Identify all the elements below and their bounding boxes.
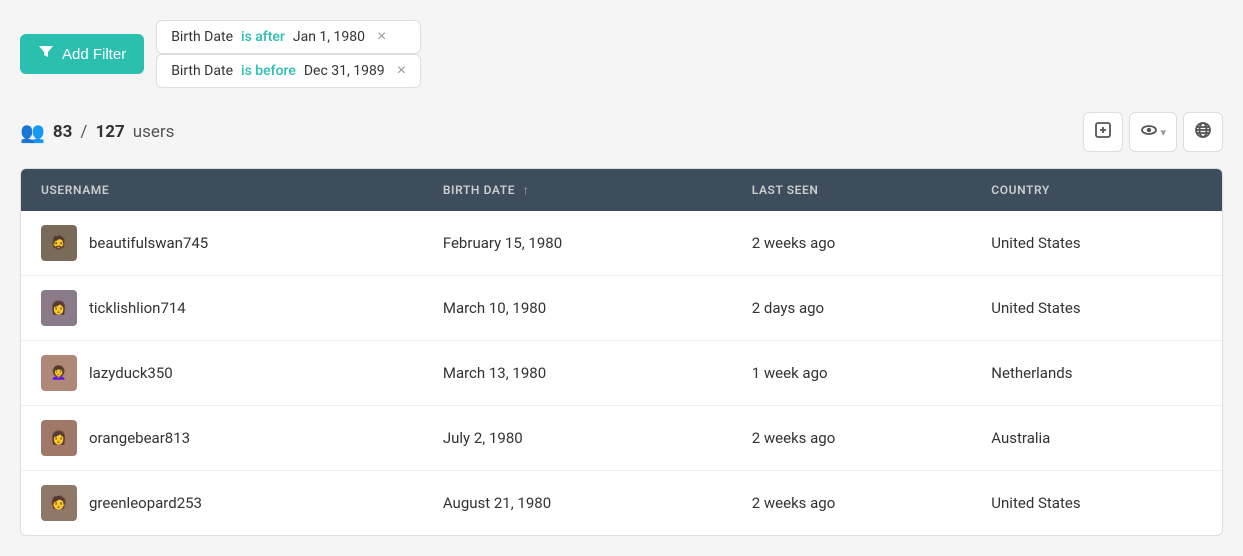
add-filter-button[interactable]: Add Filter [20, 34, 144, 74]
filter-value-1: Dec 31, 1989 [304, 63, 385, 79]
table-row[interactable]: 🧑 greenleopard253 August 21, 1980 2 week… [21, 471, 1222, 536]
avatar-0: 🧔 [41, 225, 77, 261]
add-filter-label: Add Filter [62, 46, 126, 63]
avatar-2: 👩‍🦱 [41, 355, 77, 391]
cell-lastseen-0: 2 weeks ago [732, 211, 972, 276]
cell-username-4: 🧑 greenleopard253 [21, 471, 423, 536]
col-username[interactable]: USERNAME [21, 169, 423, 211]
visibility-icon [1140, 121, 1158, 144]
cell-country-4: United States [971, 471, 1222, 536]
user-count: 👥 83 / 127 users [20, 120, 174, 144]
table-body: 🧔 beautifulswan745 February 15, 1980 2 w… [21, 211, 1222, 535]
visibility-button[interactable]: ▾ [1129, 112, 1177, 152]
cell-username-1: 👩 ticklishlion714 [21, 276, 423, 341]
filter-field-1: Birth Date [171, 63, 233, 79]
cell-lastseen-3: 2 weeks ago [732, 406, 972, 471]
filter-chip-0: Birth Date is after Jan 1, 1980 × [156, 20, 421, 54]
cell-birthdate-1: March 10, 1980 [423, 276, 732, 341]
users-table: USERNAME BIRTH DATE ↑ LAST SEEN COUNTRY … [21, 169, 1222, 535]
globe-button[interactable] [1183, 112, 1223, 152]
cell-birthdate-4: August 21, 1980 [423, 471, 732, 536]
filter-icon [38, 44, 54, 64]
cell-lastseen-2: 1 week ago [732, 341, 972, 406]
filter-operator-0: is after [241, 29, 285, 45]
cell-lastseen-4: 2 weeks ago [732, 471, 972, 536]
toolbar-icons: ▾ [1083, 112, 1223, 152]
total-count: 127 [95, 122, 124, 142]
cell-birthdate-2: March 13, 1980 [423, 341, 732, 406]
username-text-4: greenleopard253 [89, 494, 202, 512]
col-birthdate[interactable]: BIRTH DATE ↑ [423, 169, 732, 211]
users-icon: 👥 [20, 120, 45, 144]
avatar-4: 🧑 [41, 485, 77, 521]
active-count: 83 [53, 122, 73, 142]
summary-row: 👥 83 / 127 users ▾ [20, 112, 1223, 152]
cell-username-2: 👩‍🦱 lazyduck350 [21, 341, 423, 406]
cell-birthdate-0: February 15, 1980 [423, 211, 732, 276]
data-table-container: USERNAME BIRTH DATE ↑ LAST SEEN COUNTRY … [20, 168, 1223, 536]
table-row[interactable]: 👩 ticklishlion714 March 10, 1980 2 days … [21, 276, 1222, 341]
cell-country-3: Australia [971, 406, 1222, 471]
col-lastseen[interactable]: LAST SEEN [732, 169, 972, 211]
globe-icon [1194, 121, 1212, 144]
header-row: USERNAME BIRTH DATE ↑ LAST SEEN COUNTRY [21, 169, 1222, 211]
table-row[interactable]: 👩‍🦱 lazyduck350 March 13, 1980 1 week ag… [21, 341, 1222, 406]
count-separator: / [80, 122, 87, 142]
username-text-1: ticklishlion714 [89, 299, 186, 317]
avatar-3: 👩 [41, 420, 77, 456]
table-header: USERNAME BIRTH DATE ↑ LAST SEEN COUNTRY [21, 169, 1222, 211]
sort-arrow-icon: ↑ [523, 183, 530, 197]
cell-username-0: 🧔 beautifulswan745 [21, 211, 423, 276]
filter-value-0: Jan 1, 1980 [293, 29, 365, 45]
table-row[interactable]: 👩 orangebear813 July 2, 1980 2 weeks ago… [21, 406, 1222, 471]
col-country[interactable]: COUNTRY [971, 169, 1222, 211]
username-text-0: beautifulswan745 [89, 234, 208, 252]
cell-country-2: Netherlands [971, 341, 1222, 406]
filter-chips: Birth Date is after Jan 1, 1980 × Birth … [156, 20, 421, 88]
cell-lastseen-1: 2 days ago [732, 276, 972, 341]
filter-chip-1: Birth Date is before Dec 31, 1989 × [156, 54, 421, 88]
table-row[interactable]: 🧔 beautifulswan745 February 15, 1980 2 w… [21, 211, 1222, 276]
filter-bar: Add Filter Birth Date is after Jan 1, 19… [20, 20, 1223, 88]
filter-close-0[interactable]: × [377, 29, 386, 45]
cell-username-3: 👩 orangebear813 [21, 406, 423, 471]
avatar-1: 👩 [41, 290, 77, 326]
cell-country-1: United States [971, 276, 1222, 341]
username-text-3: orangebear813 [89, 429, 190, 447]
filter-field-0: Birth Date [171, 29, 233, 45]
filter-close-1[interactable]: × [397, 63, 406, 79]
export-button[interactable] [1083, 112, 1123, 152]
cell-birthdate-3: July 2, 1980 [423, 406, 732, 471]
users-label: users [133, 122, 175, 142]
cell-country-0: United States [971, 211, 1222, 276]
export-icon [1094, 121, 1112, 144]
visibility-dropdown-arrow: ▾ [1160, 126, 1166, 139]
username-text-2: lazyduck350 [89, 364, 173, 382]
filter-operator-1: is before [241, 63, 296, 79]
